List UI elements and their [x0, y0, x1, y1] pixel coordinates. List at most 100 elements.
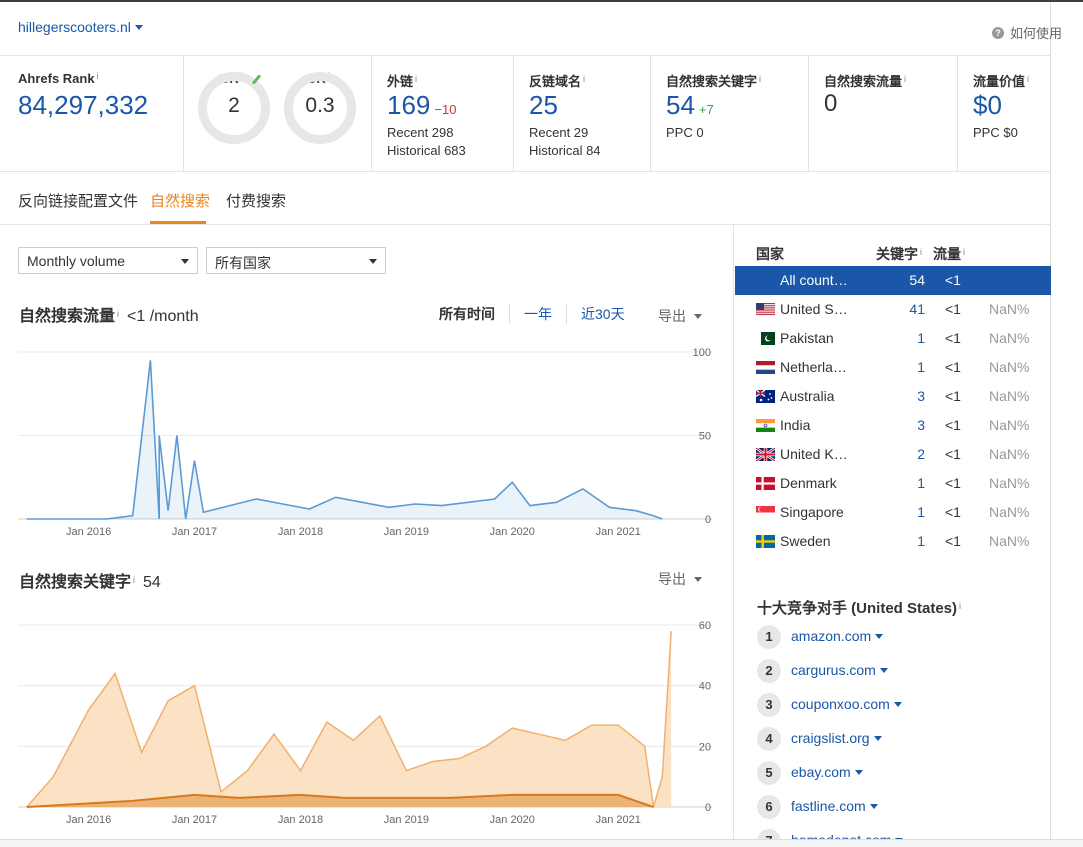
country-select[interactable]: 所有国家 [206, 247, 386, 274]
x-tick-label: Jan 2019 [384, 814, 429, 826]
competitor-link[interactable]: amazon.com [791, 628, 884, 644]
country-row[interactable]: United K… 2 <1 NaN% [735, 440, 1051, 469]
flag-icon [756, 332, 775, 345]
range-all-time[interactable]: 所有时间 [439, 304, 510, 324]
metric-organic-keywords[interactable]: 自然搜索关键字 i 54 +7 PPC 0 [651, 56, 809, 172]
metric-organic-traffic[interactable]: 自然搜索流量 i 0 [809, 56, 958, 172]
organic-keywords-delta: +7 [698, 102, 714, 117]
country-traffic-share: NaN% [989, 359, 1030, 375]
country-name: India [780, 417, 811, 433]
country-row[interactable]: Netherla… 1 <1 NaN% [735, 353, 1051, 382]
competitor-link[interactable]: craigslist.org [791, 730, 882, 746]
tab-backlink-profile[interactable]: 反向链接配置文件 [18, 190, 138, 211]
range-one-year[interactable]: 一年 [510, 304, 567, 324]
traffic-column-header[interactable]: 流量 i [933, 244, 965, 264]
country-row[interactable]: Sweden 1 <1 NaN% [735, 527, 1051, 556]
country-keywords[interactable]: 2 [895, 446, 925, 462]
country-keywords[interactable]: 1 [895, 475, 925, 491]
tab-organic-search[interactable]: 自然搜索 [150, 190, 210, 211]
country-keywords[interactable]: 41 [895, 301, 925, 317]
country-traffic: <1 [945, 330, 961, 346]
country-keywords[interactable]: 1 [895, 533, 925, 549]
keywords-export-button[interactable]: 导出 [658, 569, 702, 589]
traffic-value-label: 流量价值 [973, 74, 1026, 89]
x-tick-label: Jan 2021 [596, 526, 641, 538]
info-icon[interactable]: i [415, 74, 417, 84]
country-row[interactable]: All count… 54 <1 [735, 266, 1051, 295]
country-keywords[interactable]: 3 [895, 388, 925, 404]
chevron-down-icon [694, 577, 702, 582]
competitor-link[interactable]: fastline.com [791, 798, 878, 814]
competitor-rank: 4 [757, 727, 781, 751]
country-traffic: <1 [945, 533, 961, 549]
country-traffic-share: NaN% [989, 446, 1030, 462]
info-icon[interactable]: i [759, 74, 761, 84]
volume-select-value: Monthly volume [27, 253, 126, 269]
country-row[interactable]: Australia 3 <1 NaN% [735, 382, 1051, 411]
x-tick-label: Jan 2017 [172, 526, 217, 538]
question-icon: ? [991, 26, 1004, 39]
ref-domains-label: 反链域名 [529, 74, 582, 89]
metric-backlinks[interactable]: 外链 i 169 −10 Recent 298 Historical 683 [372, 56, 514, 172]
help-link[interactable]: ? 如何使用 [991, 23, 1062, 42]
country-row[interactable]: Pakistan 1 <1 NaN% [735, 324, 1051, 353]
country-keywords[interactable]: 1 [895, 359, 925, 375]
volume-select[interactable]: Monthly volume [18, 247, 198, 274]
country-traffic: <1 [945, 446, 961, 462]
country-traffic: <1 [945, 359, 961, 375]
competitor-item: 4 craigslist.org [757, 727, 1037, 753]
country-keywords[interactable]: 3 [895, 417, 925, 433]
keywords-column-label: 关键字 [876, 246, 918, 262]
country-row[interactable]: Denmark 1 <1 NaN% [735, 469, 1051, 498]
country-traffic-share: NaN% [989, 475, 1030, 491]
y-tick-label: 50 [699, 431, 711, 443]
info-icon[interactable]: i [920, 247, 922, 257]
country-column-header[interactable]: 国家 [756, 244, 784, 264]
info-icon[interactable]: i [963, 247, 965, 257]
country-keywords[interactable]: 1 [895, 504, 925, 520]
info-icon[interactable]: i [117, 309, 119, 319]
competitor-link[interactable]: cargurus.com [791, 662, 888, 678]
flag-icon [755, 446, 776, 463]
metric-traffic-value[interactable]: 流量价值 i $0 PPC $0 [958, 56, 1051, 172]
country-keywords[interactable]: 54 [895, 272, 925, 288]
series-area [26, 360, 663, 519]
flag-icon [755, 389, 775, 403]
traffic-chart: 0 50 100 Jan 2016 Jan 2017 Jan 2018 Jan 2019 Ja… [18, 347, 712, 538]
domain-dropdown[interactable]: hillegerscooters.nl [18, 19, 143, 35]
chevron-down-icon [134, 25, 143, 30]
competitor-link[interactable]: ebay.com [791, 764, 863, 780]
ref-domains-historical: Historical 84 [529, 143, 601, 158]
country-row[interactable]: United S… 41 <1 NaN% [735, 295, 1051, 324]
traffic-value-value: $0 [973, 90, 1002, 120]
tab-paid-search[interactable]: 付费搜索 [226, 190, 286, 211]
chevron-down-icon [875, 634, 884, 639]
traffic-export-button[interactable]: 导出 [658, 306, 702, 326]
ur-gauge: 2 [198, 72, 270, 144]
keywords-column-header[interactable]: 关键字 i [876, 244, 922, 264]
country-row[interactable]: Singapore 1 <1 NaN% [735, 498, 1051, 527]
info-icon[interactable]: i [97, 71, 99, 81]
metrics-bar: Ahrefs Rank i 84,297,332 UR i 2 DR i 0.3 外链… [0, 55, 1051, 172]
country-keywords[interactable]: 1 [895, 330, 925, 346]
info-icon[interactable]: i [959, 601, 961, 611]
organic-traffic-value: 0 [824, 90, 838, 117]
flag-icon [756, 303, 775, 316]
backlinks-historical: Historical 683 [387, 143, 466, 158]
country-row[interactable]: India 3 <1 NaN% [735, 411, 1051, 440]
active-tab-indicator [150, 221, 206, 224]
keywords-export-label: 导出 [658, 571, 686, 587]
info-icon[interactable]: i [904, 74, 906, 84]
country-traffic-share: NaN% [989, 417, 1030, 433]
metric-ref-domains[interactable]: 反链域名 i 25 Recent 29 Historical 84 [514, 56, 651, 172]
competitor-link[interactable]: couponxoo.com [791, 696, 902, 712]
info-icon[interactable]: i [133, 575, 135, 585]
series-line [26, 360, 663, 520]
country-traffic: <1 [945, 272, 961, 288]
info-icon[interactable]: i [1027, 74, 1029, 84]
info-icon[interactable]: i [583, 74, 585, 84]
x-tick-label: Jan 2020 [490, 814, 535, 826]
backlinks-recent: Recent 298 [387, 125, 454, 140]
range-30-days[interactable]: 近30天 [567, 304, 639, 324]
dr-value: 0.3 [305, 94, 335, 117]
